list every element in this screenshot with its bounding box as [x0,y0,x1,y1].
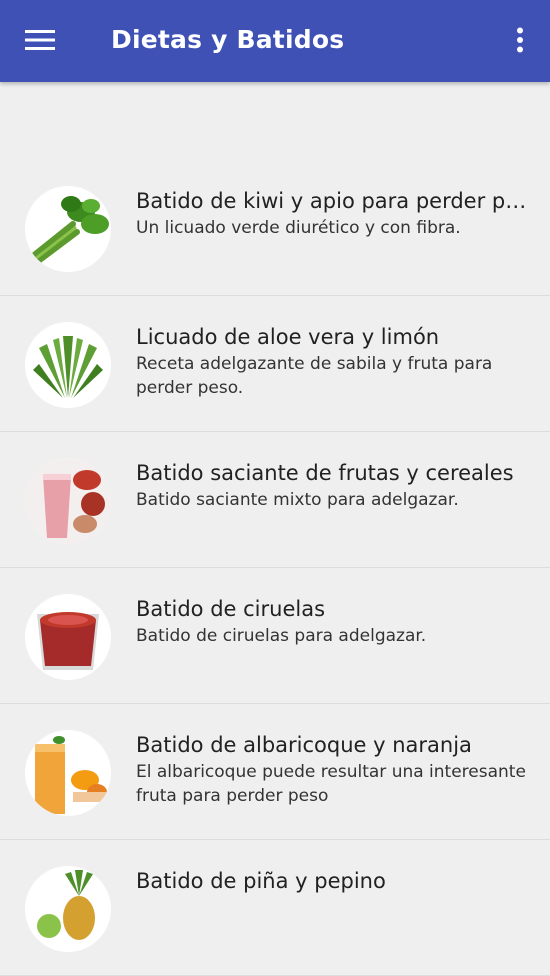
more-options-button[interactable] [505,20,535,60]
pineapple-image [25,866,111,952]
item-subtitle: Receta adelgazante de sabila y fruta par… [136,354,493,398]
fruit-smoothie-image [25,458,111,544]
list-item[interactable]: Batido de piña y pepino [0,840,550,976]
item-subtitle: Batido de ciruelas para adelgazar. [136,626,427,646]
item-title: Batido saciante de frutas y cereales [136,461,514,485]
item-subtitle: El albaricoque puede resultar una intere… [136,762,526,806]
list-item[interactable]: Batido de ciruelas Batido de ciruelas pa… [0,568,550,704]
app-bar: Dietas y Batidos [0,0,550,82]
item-title: Licuado de aloe vera y limón [136,325,440,349]
aloe-vera-image [25,322,111,408]
recipe-list: Batido de kiwi y apio para perder peso U… [0,160,550,976]
more-vert-icon [517,27,523,53]
hamburger-menu-icon [25,30,55,50]
list-item[interactable]: Batido de albaricoque y naranja El albar… [0,704,550,840]
item-subtitle: Un licuado verde diurético y con fibra. [136,218,461,238]
item-title: Batido de kiwi y apio para perder peso [136,189,532,213]
list-item[interactable]: Batido saciante de frutas y cereales Bat… [0,432,550,568]
menu-button[interactable] [20,22,60,58]
app-title: Dietas y Batidos [111,25,345,54]
item-title: Batido de albaricoque y naranja [136,733,472,757]
celery-image [25,186,111,272]
apricot-smoothie-image [25,730,111,816]
item-title: Batido de piña y pepino [136,869,386,893]
item-title: Batido de ciruelas [136,597,326,621]
list-item[interactable]: Batido de kiwi y apio para perder peso U… [0,160,550,296]
plum-smoothie-image [25,594,111,680]
list-item[interactable]: Licuado de aloe vera y limón Receta adel… [0,296,550,432]
item-subtitle: Batido saciante mixto para adelgazar. [136,490,459,510]
